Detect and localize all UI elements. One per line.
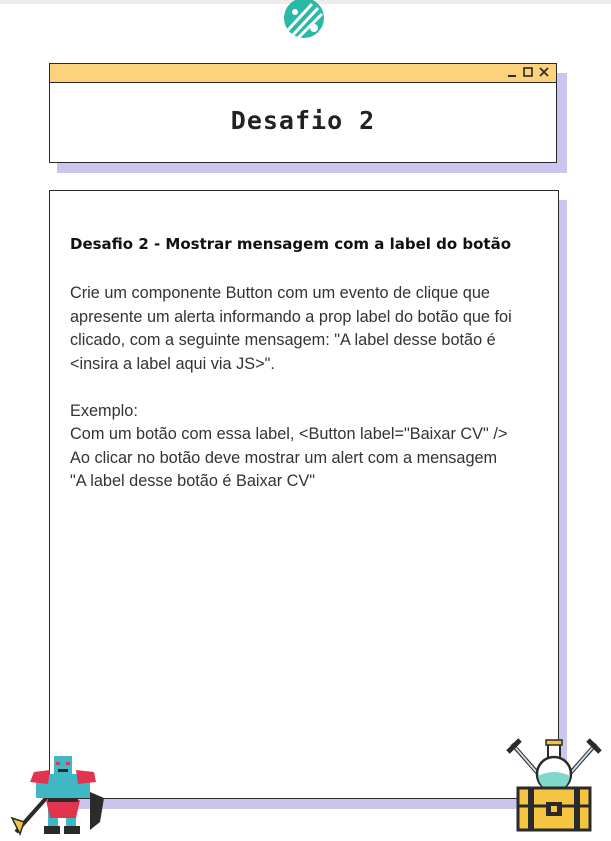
challenge-description: Crie um componente Button com um evento … (70, 284, 512, 373)
maximize-icon[interactable] (522, 66, 534, 78)
example-line-1: Com um botão com essa label, <Button lab… (70, 425, 508, 443)
minimize-icon[interactable] (506, 66, 518, 78)
title-window: Desafio 2 (49, 63, 557, 163)
challenge-card: Desafio 2 - Mostrar mensagem com a label… (49, 190, 559, 799)
challenge-heading: Desafio 2 - Mostrar mensagem com a label… (70, 235, 512, 253)
treasure-chest-icon (506, 738, 602, 832)
example-label: Exemplo: (70, 401, 138, 420)
close-icon[interactable] (538, 66, 550, 78)
window-titlebar (50, 64, 556, 83)
page-title: Desafio 2 (230, 106, 376, 135)
challenge-body: Crie um componente Button com um evento … (70, 282, 542, 494)
orc-warrior-icon (10, 756, 104, 836)
example-line-3: "A label desse botão é Baixar CV" (70, 472, 316, 490)
example-line-2: Ao clicar no botão deve mostrar um alert… (70, 448, 498, 467)
logo-icon (284, 0, 324, 40)
